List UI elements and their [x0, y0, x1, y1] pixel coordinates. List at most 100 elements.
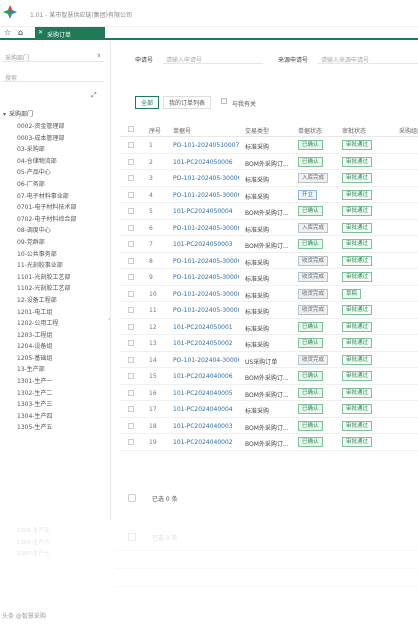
table-row[interactable]: 6 PO-101-202405-300004 标准采购 入库完成 审批通过 [120, 220, 418, 236]
tree-item[interactable]: 11-光刻胶事业部 [17, 260, 76, 272]
row-checkbox[interactable] [128, 340, 134, 346]
table-row[interactable]: 9 PO-101-202405-300002 标准采购 收货完成 审批通过 [120, 269, 418, 286]
table-row[interactable]: 17 101-PC2024040004 标准采购 已确认 审批通过 [120, 401, 418, 418]
table-row[interactable]: 2 101-PC2024050006 BOM外采购订... 已确认 审批通过 [120, 154, 418, 170]
tree-item[interactable]: 03-采购部 [17, 144, 76, 156]
table-row[interactable]: 5 101-PC2024050004 BOM外采购订... 已确认 审批通过 [120, 203, 418, 220]
table-row[interactable]: 12 101-PC2024050001 标准采购 已确认 审批通过 [120, 319, 418, 335]
tree-item[interactable]: 1303-生产三 [17, 399, 76, 411]
table-row[interactable]: 15 101-PC2024040006 BOM外采购订... 已确认 审批通过 [120, 368, 418, 385]
home-icon[interactable]: ⌂ [18, 28, 23, 37]
row-checkbox[interactable] [128, 208, 134, 214]
row-checkbox[interactable] [128, 439, 134, 445]
source-no-input[interactable]: 请输入来源申请号 [318, 51, 418, 64]
row-doc-no-link[interactable]: PO-101-202405-300003 [173, 258, 239, 265]
table-row[interactable]: 18 101-PC2024040003 BOM外采购订... 已确认 审批通过 [120, 418, 418, 434]
row-doc-no-link[interactable]: PO-101-202404-300003 [173, 357, 239, 364]
row-checkbox[interactable] [128, 373, 134, 379]
row-checkbox[interactable] [128, 406, 134, 412]
row-doc-no-link[interactable]: 101-PC2024050002 [173, 340, 239, 347]
tree-item[interactable]: 09-党群部 [17, 237, 76, 249]
tree-item[interactable]: 0702-电子材料综合部 [17, 214, 76, 226]
table-row[interactable]: 4 PO-101-202405-300005 标准采购 开立 审批通过 [120, 187, 418, 203]
tree-item[interactable]: 08-调度中心 [17, 225, 76, 237]
row-doc-no-link[interactable]: PO-101-202405-300006 [173, 175, 239, 182]
table-row[interactable]: 1 PO-101-20240510007 标准采购 已确认 审批通过 [120, 137, 418, 154]
row-doc-no-link[interactable]: 101-PC2024040006 [173, 373, 239, 380]
star-icon[interactable]: ☆ [4, 28, 11, 37]
row-checkbox[interactable] [128, 257, 134, 264]
row-doc-no-link[interactable]: 101-PC2024050006 [173, 159, 239, 166]
tree-item[interactable]: 1204-设备组 [17, 341, 76, 353]
row-checkbox[interactable] [128, 274, 134, 280]
tree-item[interactable]: 1304-生产四 [17, 411, 76, 423]
tree-item[interactable]: 05-产品中心 [17, 167, 76, 179]
tree-item[interactable]: 1301-生产一 [17, 376, 76, 388]
table-row[interactable]: 3 PO-101-202405-300006 标准采购 入库完成 审批通过 [120, 170, 418, 187]
row-doc-no-link[interactable]: PO-101-202405-300004 [173, 225, 239, 232]
related-to-me-checkbox[interactable] [221, 98, 227, 104]
row-checkbox[interactable] [128, 191, 134, 198]
footer-checkbox[interactable] [128, 494, 136, 502]
tree-item[interactable]: 12-设备工程部 [17, 295, 76, 307]
tree-item[interactable]: 0701-电子材料技术部 [17, 202, 76, 214]
row-checkbox[interactable] [128, 356, 134, 363]
tree-item[interactable]: 1205-基础组 [17, 353, 76, 365]
row-checkbox[interactable] [128, 422, 134, 429]
order-no-input[interactable]: 请输入申请号 [163, 51, 263, 64]
subtab-all[interactable]: 全部 [135, 96, 160, 109]
tree-item[interactable]: 06-厂务部 [17, 179, 76, 191]
tree-item[interactable]: 10-公共事务部 [17, 249, 76, 261]
row-checkbox[interactable] [128, 142, 134, 148]
table-row[interactable]: 11 PO-101-202405-300001 标准采购 收货完成 审批通过 [120, 302, 418, 319]
select-all-checkbox[interactable] [128, 126, 134, 132]
row-doc-no-link[interactable]: 101-PC2024040002 [173, 439, 239, 446]
row-doc-no-link[interactable]: 101-PC2024040004 [173, 406, 239, 413]
tree-item[interactable]: 0003-成本管理部 [17, 133, 76, 145]
table-row[interactable]: 14 PO-101-202404-300003 US采购订单 收货完成 审批通过 [120, 352, 418, 368]
row-checkbox[interactable] [128, 241, 134, 247]
row-doc-no-link[interactable]: PO-101-202405-300005 [173, 192, 239, 199]
tree-item[interactable]: 0002-资金管理部 [17, 121, 76, 133]
tree-item[interactable]: 1201-电工组 [17, 307, 76, 319]
row-checkbox[interactable] [128, 290, 134, 297]
tab-purchase-order[interactable]: ✕ 采购订单 [35, 27, 105, 40]
row-doc-no-link[interactable]: 101-PC2024040003 [173, 423, 239, 430]
tree-item[interactable]: 1302-生产二 [17, 388, 76, 400]
table-row[interactable]: 13 101-PC2024050002 标准采购 已确认 审批通过 [120, 335, 418, 352]
row-checkbox[interactable] [128, 389, 134, 396]
row-doc-no-link[interactable]: 101-PC2024050004 [173, 208, 239, 215]
tree-item[interactable]: 1305-生产五 [17, 422, 76, 434]
dept-select[interactable]: 采购部门 ∨ [2, 50, 104, 62]
row-doc-no-link[interactable]: 101-PC2024040005 [173, 390, 239, 397]
row-doc-no-link[interactable]: PO-101-202405-300002 [173, 274, 239, 281]
tree-item[interactable]: 07-电子材料事业部 [17, 191, 76, 203]
expand-icon[interactable]: ⤢ [91, 91, 97, 100]
tree-item[interactable]: 1101-光刻胶工艺部 [17, 272, 76, 284]
row-checkbox[interactable] [128, 224, 134, 231]
table-row[interactable]: 8 PO-101-202405-300003 标准采购 收货完成 审批通过 [120, 253, 418, 269]
row-doc-no-link[interactable]: PO-101-20240510007 [173, 142, 239, 149]
row-doc-no-link[interactable]: PO-101-202405-300001 [173, 307, 239, 314]
table-row[interactable]: 7 101-PC2024050003 BOM外采购订... 已确认 审批通过 [120, 236, 418, 253]
tree-item[interactable]: 1102-光刻胶工艺部 [17, 283, 76, 295]
table-row[interactable]: 10 PO-101-202405-300002 标准采购 收货完成 草稿 [120, 286, 418, 302]
table-row[interactable]: 16 101-PC2024040005 BOM外采购订... 已确认 审批通过 [120, 385, 418, 401]
tree-item[interactable]: 04-仓储物流部 [17, 156, 76, 168]
tree-item[interactable]: 13-生产部 [17, 364, 76, 376]
table-row[interactable]: 19 101-PC2024040002 BOM外采购订... 已确认 审批通过 [120, 434, 418, 451]
row-checkbox[interactable] [128, 175, 134, 181]
row-doc-no-link[interactable]: 101-PC2024050001 [173, 324, 239, 331]
sidebar-search-input[interactable]: 搜索 [2, 70, 104, 82]
tree-item[interactable]: 1203-工程组 [17, 330, 76, 342]
tree-root[interactable]: ▾ 采购部门 [3, 109, 33, 118]
close-icon[interactable]: ✕ [38, 29, 43, 36]
subtab-pending[interactable]: 我的订单列表 [163, 96, 212, 109]
row-checkbox[interactable] [128, 158, 134, 165]
row-checkbox[interactable] [128, 323, 134, 330]
row-checkbox[interactable] [128, 307, 134, 313]
row-doc-no-link[interactable]: 101-PC2024050003 [173, 241, 239, 248]
tree-item[interactable]: 1202-公用工程 [17, 318, 76, 330]
row-type: US采购订单 [245, 358, 278, 366]
row-doc-no-link[interactable]: PO-101-202405-300002 [173, 291, 239, 298]
